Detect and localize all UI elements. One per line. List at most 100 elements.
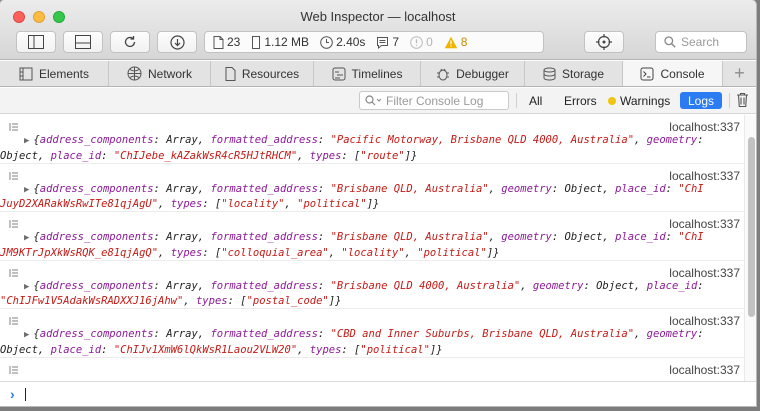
- warning-count-value: 8: [460, 35, 468, 49]
- punctuation: ,: [634, 328, 647, 340]
- console-message[interactable]: localhost:337 ▶ {address_components: Array…: [0, 115, 744, 164]
- punctuation: : [: [341, 343, 361, 356]
- punctuation: :: [665, 182, 679, 195]
- error-count[interactable]: 0: [410, 35, 433, 49]
- log-message-icon: [9, 123, 18, 131]
- tab-debugger[interactable]: Debugger: [421, 61, 525, 86]
- scrollbar-thumb[interactable]: [748, 137, 755, 317]
- tab-storage[interactable]: Storage: [525, 61, 623, 86]
- expand-triangle-icon[interactable]: ▶: [24, 282, 29, 292]
- tab-console[interactable]: Console: [623, 61, 723, 86]
- filter-logs-button[interactable]: Logs: [680, 92, 722, 109]
- string-value: "political": [417, 246, 487, 259]
- timelines-icon: [332, 67, 346, 80]
- string-value: "ChI: [678, 231, 704, 243]
- inspect-element-button[interactable]: [584, 31, 624, 53]
- dock-bottom-icon: [75, 35, 91, 49]
- expand-triangle-icon[interactable]: ▶: [24, 233, 29, 243]
- window-title: Web Inspector — localhost: [300, 9, 456, 24]
- property-key: address_components: [39, 134, 154, 146]
- string-value: JuyD2XARakWsRwITe81qjAgU": [0, 198, 159, 210]
- message-source-location[interactable]: localhost:337: [669, 217, 740, 231]
- message-source-location[interactable]: localhost:337: [669, 266, 740, 280]
- punctuation: : Array,: [153, 328, 211, 340]
- new-tab-button[interactable]: +: [723, 61, 756, 86]
- reload-button[interactable]: [110, 31, 150, 53]
- punctuation: : [: [202, 246, 222, 259]
- object-line-1: {address_components: Array, formatted_ad…: [33, 231, 703, 243]
- console-icon: [640, 67, 654, 80]
- warning-icon: [444, 36, 457, 48]
- punctuation: :: [317, 182, 331, 195]
- message-object[interactable]: ▶ {address_components: Array, formatted_a…: [0, 279, 744, 309]
- console-prompt[interactable]: ›: [0, 381, 756, 406]
- filter-console-input[interactable]: Filter Console Log: [359, 91, 509, 110]
- resource-size[interactable]: 1.12 MB: [251, 35, 309, 49]
- console-message[interactable]: localhost:337 ▶ {address_components: Array…: [0, 261, 744, 309]
- tab-elements[interactable]: Elements: [0, 61, 109, 86]
- property-key: address_components: [39, 328, 154, 340]
- punctuation: ,: [634, 134, 647, 146]
- string-value: "ChIJv1XmW6lQkWsR1Laou2VLW20": [113, 343, 298, 356]
- filter-errors-button[interactable]: Errors: [564, 94, 597, 108]
- punctuation: ,: [328, 246, 342, 259]
- string-value: "ChIJFw1V5AdakWsRADXXJ16jAhw": [0, 295, 184, 307]
- punctuation: :: [101, 149, 114, 162]
- log-count[interactable]: 7: [376, 35, 399, 49]
- download-icon: [169, 34, 185, 50]
- search-icon: [664, 36, 676, 48]
- punctuation: :: [697, 279, 704, 292]
- message-source-location[interactable]: localhost:337: [669, 314, 740, 328]
- filter-all-button[interactable]: All: [529, 94, 542, 108]
- property-key: types: [170, 198, 203, 210]
- expand-triangle-icon[interactable]: ▶: [24, 136, 29, 146]
- object-line-2: "ChIJFw1V5AdakWsRADXXJ16jAhw", types: ["…: [0, 294, 744, 309]
- dock-side-button[interactable]: [16, 31, 56, 53]
- download-archive-button[interactable]: [157, 31, 197, 53]
- title-bar: Web Inspector — localhost 23 1.12 MB 2.4…: [0, 0, 756, 60]
- expand-triangle-icon[interactable]: ▶: [24, 185, 29, 195]
- message-source-location[interactable]: localhost:337: [669, 363, 740, 377]
- string-value: "Pacific Motorway, Brisbane QLD 4000, Au…: [330, 134, 635, 146]
- warning-count[interactable]: 8: [444, 35, 468, 49]
- dock-bottom-button[interactable]: [63, 31, 103, 53]
- resource-count[interactable]: 23: [213, 35, 240, 49]
- punctuation: :: [317, 231, 331, 243]
- message-object[interactable]: ▶ {address_components: Array, formatted_a…: [0, 327, 744, 357]
- clear-console-button[interactable]: [736, 92, 749, 111]
- load-time[interactable]: 2.40s: [320, 35, 365, 49]
- console-message[interactable]: localhost:337 ▶ {address_components: Array…: [0, 212, 744, 261]
- object-line-1: {address_components: Array, formatted_ad…: [33, 280, 703, 292]
- punctuation: : [: [227, 295, 247, 307]
- console-message[interactable]: localhost:337 ▶ {address_components: Array…: [0, 309, 744, 358]
- elements-icon: [19, 67, 33, 80]
- message-object[interactable]: ▶ {address_components: Array, formatted_a…: [0, 133, 744, 163]
- filter-all-label: All: [529, 94, 543, 108]
- message-source-location[interactable]: localhost:337: [669, 169, 740, 183]
- message-source-location[interactable]: localhost:337: [669, 120, 740, 134]
- property-key: geometry: [646, 134, 698, 146]
- tab-timelines[interactable]: Timelines: [314, 61, 421, 86]
- punctuation: ,: [488, 231, 502, 243]
- console-message[interactable]: localhost:337: [0, 358, 744, 382]
- punctuation: : [: [341, 149, 361, 162]
- expand-triangle-icon[interactable]: ▶: [24, 330, 29, 340]
- message-object[interactable]: ▶ {address_components: Array, formatted_a…: [0, 230, 744, 260]
- tab-resources[interactable]: Resources: [211, 61, 314, 86]
- console-messages: localhost:337 ▶ {address_components: Array…: [0, 115, 744, 381]
- filter-warnings-button[interactable]: Warnings: [608, 94, 670, 108]
- console-message[interactable]: localhost:337 ▶ {address_components: Array…: [0, 164, 744, 212]
- dashboard[interactable]: 23 1.12 MB 2.40s 7 0 8: [204, 31, 544, 53]
- size-icon: [252, 35, 261, 49]
- string-value: "Brisbane QLD, Australia": [330, 182, 489, 195]
- console-scrollbar[interactable]: [744, 115, 756, 381]
- filter-logs-label: Logs: [687, 93, 715, 108]
- search-field[interactable]: Search: [655, 31, 747, 53]
- resource-size-value: 1.12 MB: [264, 35, 310, 49]
- property-key: geometry: [646, 328, 698, 340]
- punctuation: Object,: [0, 343, 51, 356]
- string-value: "political": [297, 198, 367, 210]
- tab-network[interactable]: Network: [109, 61, 211, 86]
- object-line-2: Object, place_id: "ChIJv1XmW6lQkWsR1Laou…: [0, 343, 744, 358]
- message-object[interactable]: ▶ {address_components: Array, formatted_a…: [0, 182, 744, 212]
